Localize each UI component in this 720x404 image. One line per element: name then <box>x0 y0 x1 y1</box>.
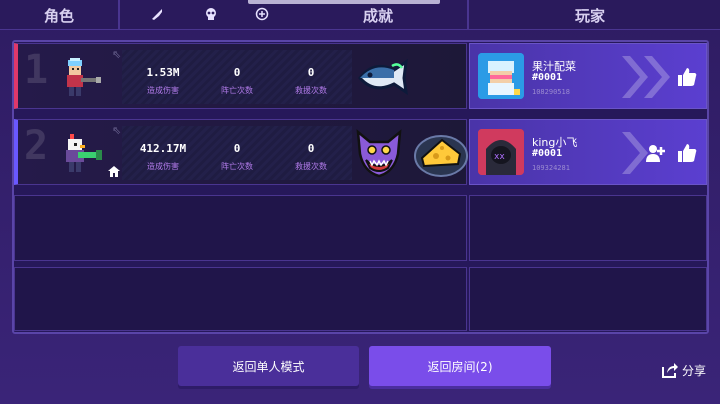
player-cell: xx king小飞 #0001 109324281 <box>469 119 707 185</box>
rescues-label: 救援次数 <box>295 86 327 95</box>
player-tag: #0001 <box>532 148 563 159</box>
avatar[interactable]: xx <box>478 129 524 175</box>
empty-cell <box>469 195 707 261</box>
expand-arrow-icon[interactable]: ⇖ <box>112 48 121 61</box>
skull-icon <box>203 6 219 22</box>
damage-stat: 412.17M 造成伤害 <box>126 126 200 180</box>
results-screen: 角色 成就 玩家 1 ⇖ 1.53M 造成伤害 0 阵亡次数 0 救援次数 果汁… <box>0 0 720 404</box>
add-friend-icon[interactable] <box>644 142 666 164</box>
share-icon <box>662 363 678 378</box>
share-button[interactable]: 分享 <box>661 360 706 380</box>
column-role: 角色 <box>43 6 74 25</box>
chevron-decoration-icon <box>644 56 670 98</box>
deaths-stat: 0 阵亡次数 <box>200 126 274 180</box>
column-player: 玩家 <box>574 6 605 25</box>
fish-badge-icon[interactable] <box>354 48 412 106</box>
deaths-label: 阵亡次数 <box>221 86 253 95</box>
empty-cell <box>469 267 707 331</box>
wolf-badge-icon[interactable] <box>350 124 408 182</box>
table-row-empty <box>14 267 707 331</box>
column-achievement: 成就 <box>362 6 393 25</box>
table-row: 1 ⇖ 1.53M 造成伤害 0 阵亡次数 0 救援次数 果汁配菜 #0001 … <box>14 43 707 109</box>
table-row: 2 ⇖ 412.17M 造成伤害 0 阵亡次数 0 救援次数 xx king小飞… <box>14 119 707 185</box>
stats-band: 1.53M 造成伤害 0 阵亡次数 0 救援次数 <box>122 50 352 104</box>
header-divider <box>118 0 120 30</box>
hero-sprite <box>52 54 108 104</box>
svg-text:xx: xx <box>494 152 505 162</box>
rescues-stat: 0 救援次数 <box>274 126 348 180</box>
empty-cell <box>14 195 467 261</box>
header-divider <box>467 0 469 30</box>
player-cell: 果汁配菜 #0001 108290518 <box>469 43 707 109</box>
rank-number: 2 <box>24 123 49 169</box>
deaths-value: 0 <box>233 66 241 79</box>
rescues-stat: 0 救援次数 <box>274 50 348 104</box>
plus-circle-icon <box>254 6 270 22</box>
cheese-badge-icon[interactable] <box>412 124 470 182</box>
role-stats-cell: 1 ⇖ 1.53M 造成伤害 0 阵亡次数 0 救援次数 <box>14 43 467 109</box>
return-room-button[interactable]: 返回房间(2) <box>369 346 551 386</box>
avatar[interactable] <box>478 53 524 99</box>
damage-value: 1.53M <box>146 66 180 79</box>
like-icon[interactable] <box>676 66 698 88</box>
hero-sprite <box>52 130 108 180</box>
stats-band: 412.17M 造成伤害 0 阵亡次数 0 救援次数 <box>122 126 352 180</box>
empty-cell <box>14 267 467 331</box>
damage-stat: 1.53M 造成伤害 <box>126 50 200 104</box>
rescues-value: 0 <box>307 142 315 155</box>
table-row-empty <box>14 195 707 261</box>
home-icon <box>108 166 122 178</box>
rescues-value: 0 <box>307 66 315 79</box>
rank-number: 1 <box>24 47 49 93</box>
role-stats-cell: 2 ⇖ 412.17M 造成伤害 0 阵亡次数 0 救援次数 <box>14 119 470 185</box>
dagger-icon <box>149 6 165 22</box>
player-tag: #0001 <box>532 72 563 83</box>
damage-label: 造成伤害 <box>147 162 179 171</box>
damage-label: 造成伤害 <box>147 86 179 95</box>
player-id: 109324281 <box>532 164 570 172</box>
damage-value: 412.17M <box>139 142 187 155</box>
player-id: 108290518 <box>532 88 570 96</box>
expand-arrow-icon[interactable]: ⇖ <box>112 124 121 137</box>
table-header: 角色 成就 玩家 <box>0 0 720 30</box>
rescues-label: 救援次数 <box>295 162 327 171</box>
share-label: 分享 <box>682 363 707 378</box>
deaths-label: 阵亡次数 <box>221 162 253 171</box>
deaths-stat: 0 阵亡次数 <box>200 50 274 104</box>
like-icon[interactable] <box>676 142 698 164</box>
deaths-value: 0 <box>233 142 241 155</box>
return-single-mode-button[interactable]: 返回单人模式 <box>178 346 359 386</box>
